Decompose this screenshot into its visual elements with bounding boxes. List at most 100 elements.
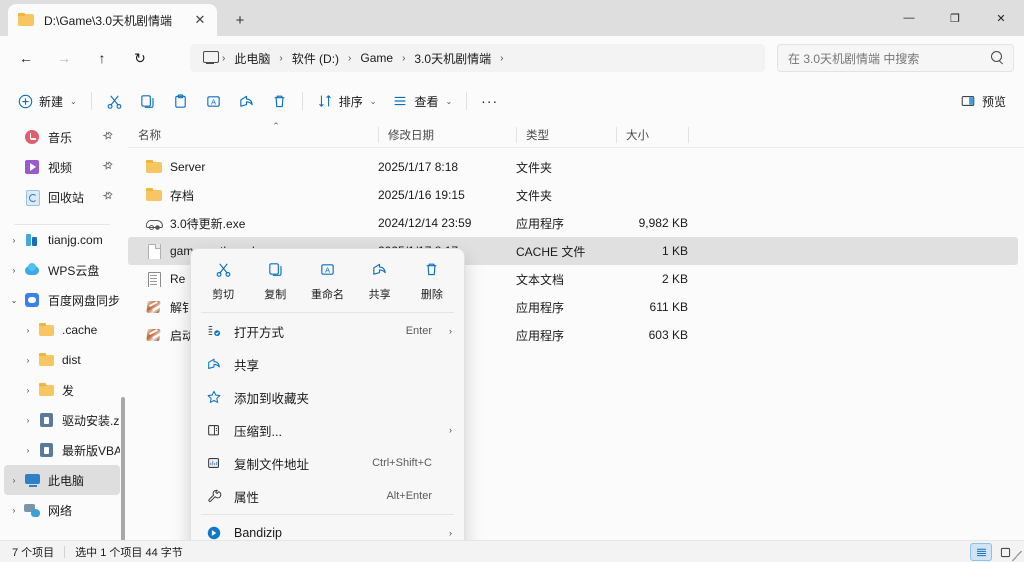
context-menu-item-4[interactable]: 复制文件地址 Ctrl+Shift+C xyxy=(195,447,460,479)
sidebar-item-4[interactable]: › tianjg.com xyxy=(4,225,120,255)
column-header-date[interactable]: 修改日期 xyxy=(378,122,516,148)
sidebar-item-5[interactable]: › WPS云盘 xyxy=(4,255,120,285)
pin-icon[interactable] xyxy=(99,159,115,175)
copy-path-icon xyxy=(205,455,223,471)
sidebar-item-label: 最新版VBA插件 xyxy=(62,443,120,458)
chevron-right-icon[interactable]: › xyxy=(18,446,38,455)
refresh-icon[interactable]: ↻ xyxy=(124,42,156,74)
rename-button[interactable]: A xyxy=(197,86,230,116)
file-date-cell: 2025/1/17 8:18 xyxy=(378,160,459,174)
breadcrumb-item-game[interactable]: Game xyxy=(353,48,400,68)
folder-icon xyxy=(18,13,34,27)
context-tool-trash[interactable]: 删除 xyxy=(408,257,456,304)
preview-pane-button[interactable]: 预览 xyxy=(952,86,1014,116)
context-menu-item-0[interactable]: 打开方式 Enter › xyxy=(195,315,460,347)
search-placeholder: 在 3.0天机剧情端 中搜索 xyxy=(788,51,920,66)
breadcrumb-item-current[interactable]: 3.0天机剧情端 xyxy=(407,47,498,70)
details-view-button[interactable] xyxy=(970,543,992,561)
sidebar-scrollbar[interactable] xyxy=(121,397,125,540)
search-input[interactable]: 在 3.0天机剧情端 中搜索 xyxy=(777,44,1014,72)
sidebar-item-7[interactable]: › .cache xyxy=(4,315,120,345)
chevron-right-icon[interactable]: › xyxy=(18,416,38,425)
table-row[interactable]: 3.0待更新.exe 2024/12/14 23:59 应用程序 9,982 KB xyxy=(128,209,1018,237)
context-tool-rename[interactable]: A 重命名 xyxy=(303,257,351,304)
chevron-right-icon[interactable]: › xyxy=(4,506,24,515)
close-window-icon[interactable]: ✕ xyxy=(978,0,1024,36)
context-tool-share[interactable]: 共享 xyxy=(356,257,404,304)
column-divider[interactable] xyxy=(688,127,689,143)
chevron-down-icon[interactable]: ⌄ xyxy=(4,296,24,305)
chevron-right-icon[interactable]: › xyxy=(18,386,38,395)
this-pc-icon xyxy=(24,472,42,488)
wrench-icon xyxy=(205,488,223,504)
paste-button[interactable] xyxy=(164,86,197,116)
up-icon[interactable]: ↑ xyxy=(86,42,118,74)
breadcrumb-item-drive-d[interactable]: 软件 (D:) xyxy=(285,47,346,70)
search-icon[interactable] xyxy=(991,51,1005,65)
sidebar-item-2[interactable]: 回收站 xyxy=(4,182,120,212)
maximize-icon[interactable]: ❐ xyxy=(932,0,978,36)
browser-tab-active[interactable]: D:\Game\3.0天机剧情端 ✕ xyxy=(8,4,217,36)
share-button[interactable] xyxy=(230,86,263,116)
minimize-icon[interactable]: — xyxy=(886,0,932,36)
context-menu-item-1[interactable]: 共享 xyxy=(195,348,460,380)
zip-icon xyxy=(38,412,56,428)
sort-button[interactable]: 排序 ⌄ xyxy=(309,86,385,116)
context-menu-item-2[interactable]: 添加到收藏夹 xyxy=(195,381,460,413)
archive-icon xyxy=(205,422,223,438)
new-button[interactable]: 新建 ⌄ xyxy=(10,86,85,116)
file-explorer-window: D:\Game\3.0天机剧情端 ✕ + — ❐ ✕ ← → ↑ ↻ › 此电脑… xyxy=(0,0,1024,562)
copy-button[interactable] xyxy=(131,86,164,116)
folder-icon xyxy=(38,322,56,338)
context-tool-label: 剪切 xyxy=(212,289,235,301)
sidebar-item-6[interactable]: ⌄ 百度网盘同步空 xyxy=(4,285,120,315)
more-options-button[interactable]: ··· xyxy=(473,86,506,116)
ellipsis-icon: ··· xyxy=(481,93,499,109)
sidebar-item-12[interactable]: › 此电脑 xyxy=(4,465,120,495)
preview-pane-label: 预览 xyxy=(981,94,1006,109)
column-header-size[interactable]: 大小 xyxy=(616,122,688,148)
sidebar-item-0[interactable]: 音乐 xyxy=(4,122,120,152)
close-tab-icon[interactable]: ✕ xyxy=(189,9,211,31)
sidebar-item-9[interactable]: › 发 xyxy=(4,375,120,405)
table-row[interactable]: 存档 2025/1/16 19:15 文件夹 xyxy=(128,181,1018,209)
chevron-right-icon[interactable]: › xyxy=(4,266,24,275)
context-menu-item-label: 添加到收藏夹 xyxy=(234,391,310,406)
sidebar-item-label: 此电脑 xyxy=(48,473,85,488)
context-menu-item-5[interactable]: 属性 Alt+Enter xyxy=(195,480,460,512)
context-menu-item-3[interactable]: 压缩到... › xyxy=(195,414,460,446)
chevron-right-icon[interactable]: › xyxy=(4,476,24,485)
column-header-name[interactable]: 名称 xyxy=(128,122,378,148)
delete-button[interactable] xyxy=(263,86,296,116)
recycle-bin-icon xyxy=(24,189,42,206)
file-name-label: 3.0待更新.exe xyxy=(170,216,246,231)
sidebar-item-1[interactable]: 视频 xyxy=(4,152,120,182)
resize-grip[interactable] xyxy=(1012,551,1022,561)
sort-ascending-icon: ⌃ xyxy=(272,121,280,131)
table-row[interactable]: Server 2025/1/17 8:18 文件夹 xyxy=(128,153,1018,181)
chevron-right-icon[interactable]: › xyxy=(4,236,24,245)
view-button[interactable]: 查看 ⌄ xyxy=(384,86,460,116)
chevron-right-icon[interactable]: › xyxy=(18,326,38,335)
pin-icon[interactable] xyxy=(99,189,115,205)
status-divider xyxy=(64,545,66,558)
sidebar-item-10[interactable]: › 驱动安装.zip xyxy=(4,405,120,435)
sidebar-item-11[interactable]: › 最新版VBA插件 xyxy=(4,435,120,465)
new-tab-button[interactable]: + xyxy=(228,8,252,32)
context-tool-scissors[interactable]: 剪切 xyxy=(199,257,247,304)
file-name-cell: Server xyxy=(146,159,356,175)
toolbar-divider xyxy=(90,92,92,110)
chevron-down-icon: ⌄ xyxy=(70,96,77,106)
back-icon[interactable]: ← xyxy=(10,42,42,74)
cut-button[interactable] xyxy=(98,86,131,116)
sidebar-item-8[interactable]: › dist xyxy=(4,345,120,375)
breadcrumb-item-this-pc[interactable]: 此电脑 xyxy=(227,47,277,70)
chevron-right-icon[interactable]: › xyxy=(18,356,38,365)
pin-icon[interactable] xyxy=(99,129,115,145)
context-tool-copy[interactable]: 复制 xyxy=(251,257,299,304)
sidebar-item-13[interactable]: › 网络 xyxy=(4,495,120,525)
column-header-type[interactable]: 类型 xyxy=(516,122,616,148)
breadcrumb[interactable]: › 此电脑 › 软件 (D:) › Game › 3.0天机剧情端 › xyxy=(190,44,765,72)
tianjg-icon xyxy=(24,232,42,248)
blank-file-icon xyxy=(146,243,162,259)
